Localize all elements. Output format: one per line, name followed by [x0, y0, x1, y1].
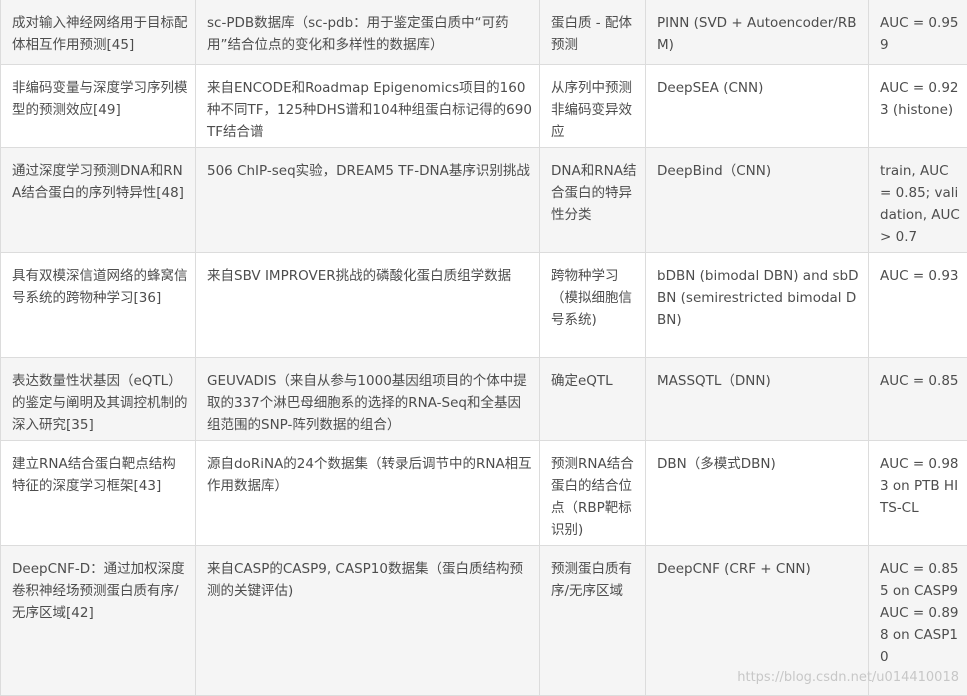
table-row: 表达数量性状基因（eQTL）的鉴定与阐明及其调控机制的深入研究[35] GEUV… — [1, 358, 967, 441]
research-table: 成对输入神经网络用于目标配体相互作用预测[45] sc-PDB数据库（sc-pd… — [0, 0, 967, 696]
goal-cell: 预测RNA结合蛋白的结合位点（RBP靶标识别) — [540, 441, 646, 546]
performance-cell: train, AUC = 0.85; validation, AUC > 0.7 — [869, 148, 967, 253]
table-row: 成对输入神经网络用于目标配体相互作用预测[45] sc-PDB数据库（sc-pd… — [1, 0, 967, 65]
model-cell: bDBN (bimodal DBN) and sbDBN (semirestri… — [646, 253, 869, 358]
data-cell: 源自doRiNA的24个数据集（转录后调节中的RNA相互作用数据库） — [196, 441, 540, 546]
table-row: 建立RNA结合蛋白靶点结构特征的深度学习框架[43] 源自doRiNA的24个数… — [1, 441, 967, 546]
performance-cell: AUC = 0.983 on PTB HITS-CL — [869, 441, 967, 546]
table-row: 具有双模深信道网络的蜂窝信号系统的跨物种学习[36] 来自SBV IMPROVE… — [1, 253, 967, 358]
table-row: 通过深度学习预测DNA和RNA结合蛋白的序列特异性[48] 506 ChIP-s… — [1, 148, 967, 253]
task-cell: 非编码变量与深度学习序列模型的预测效应[49] — [1, 65, 196, 148]
performance-cell: AUC = 0.959 — [869, 0, 967, 65]
goal-cell: 蛋白质 - 配体预测 — [540, 0, 646, 65]
performance-cell: AUC = 0.85 — [869, 358, 967, 441]
model-cell: DBN（多模式DBN) — [646, 441, 869, 546]
task-cell: 表达数量性状基因（eQTL）的鉴定与阐明及其调控机制的深入研究[35] — [1, 358, 196, 441]
task-cell: DeepCNF-D：通过加权深度卷积神经场预测蛋白质有序/无序区域[42] — [1, 546, 196, 696]
task-cell: 成对输入神经网络用于目标配体相互作用预测[45] — [1, 0, 196, 65]
data-cell: 来自SBV IMPROVER挑战的磷酸化蛋白质组学数据 — [196, 253, 540, 358]
data-cell: GEUVADIS（来自从参与1000基因组项目的个体中提取的337个淋巴母细胞系… — [196, 358, 540, 441]
goal-cell: 预测蛋白质有序/无序区域 — [540, 546, 646, 696]
goal-cell: 跨物种学习（模拟细胞信号系统) — [540, 253, 646, 358]
data-cell: 来自CASP的CASP9, CASP10数据集（蛋白质结构预测的关键评估) — [196, 546, 540, 696]
table-row: 非编码变量与深度学习序列模型的预测效应[49] 来自ENCODE和Roadmap… — [1, 65, 967, 148]
watermark: https://blog.csdn.net/u014410018 — [737, 670, 959, 685]
model-cell: MASSQTL（DNN) — [646, 358, 869, 441]
task-cell: 通过深度学习预测DNA和RNA结合蛋白的序列特异性[48] — [1, 148, 196, 253]
data-cell: 506 ChIP-seq实验，DREAM5 TF-DNA基序识别挑战 — [196, 148, 540, 253]
data-cell: 来自ENCODE和Roadmap Epigenomics项目的160种不同TF，… — [196, 65, 540, 148]
model-cell: PINN (SVD + Autoencoder/RBM) — [646, 0, 869, 65]
goal-cell: 确定eQTL — [540, 358, 646, 441]
model-cell: DeepSEA (CNN) — [646, 65, 869, 148]
goal-cell: DNA和RNA结合蛋白的特异性分类 — [540, 148, 646, 253]
goal-cell: 从序列中预测非编码变异效应 — [540, 65, 646, 148]
data-cell: sc-PDB数据库（sc-pdb：用于鉴定蛋白质中“可药用”结合位点的变化和多样… — [196, 0, 540, 65]
performance-cell: AUC = 0.923 (histone) — [869, 65, 967, 148]
task-cell: 建立RNA结合蛋白靶点结构特征的深度学习框架[43] — [1, 441, 196, 546]
performance-cell: AUC = 0.93 — [869, 253, 967, 358]
task-cell: 具有双模深信道网络的蜂窝信号系统的跨物种学习[36] — [1, 253, 196, 358]
model-cell: DeepBind（CNN) — [646, 148, 869, 253]
